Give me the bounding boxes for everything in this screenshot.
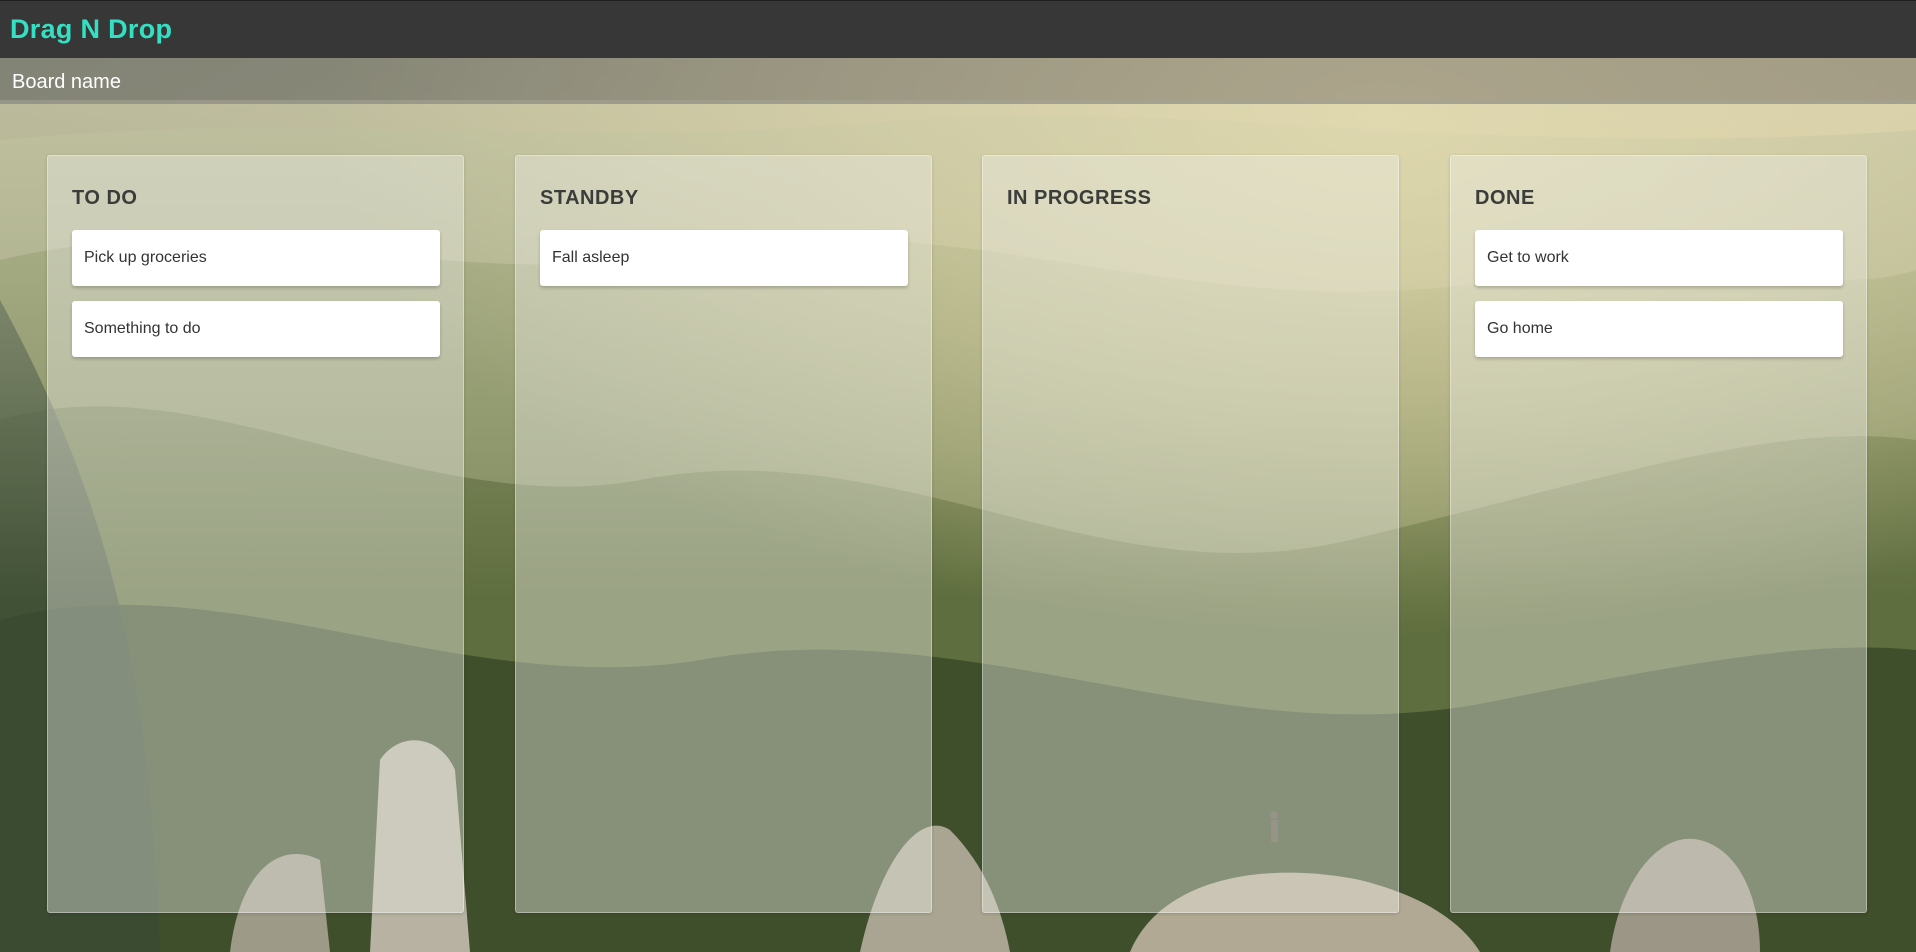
column-todo[interactable]: TO DO Pick up groceries Something to do xyxy=(47,155,464,913)
column-standby[interactable]: STANDBY Fall asleep xyxy=(515,155,932,913)
task-card[interactable]: Get to work xyxy=(1475,230,1843,286)
task-card[interactable]: Go home xyxy=(1475,301,1843,357)
column-done[interactable]: DONE Get to work Go home xyxy=(1450,155,1867,913)
column-title: TO DO xyxy=(72,187,138,209)
task-card[interactable]: Something to do xyxy=(72,301,440,357)
card-list[interactable]: Get to work Go home xyxy=(1475,230,1843,372)
board-header: Board name xyxy=(0,58,1916,104)
task-card[interactable]: Fall asleep xyxy=(540,230,908,286)
column-title: IN PROGRESS xyxy=(1007,187,1152,209)
card-list[interactable]: Pick up groceries Something to do xyxy=(72,230,440,372)
column-in-progress[interactable]: IN PROGRESS xyxy=(982,155,1399,913)
kanban-board: TO DO Pick up groceries Something to do … xyxy=(47,155,1869,913)
card-list[interactable]: Fall asleep xyxy=(540,230,908,301)
board-name[interactable]: Board name xyxy=(12,70,121,94)
task-card[interactable]: Pick up groceries xyxy=(72,230,440,286)
column-title: DONE xyxy=(1475,187,1535,209)
app-title[interactable]: Drag N Drop xyxy=(10,13,172,45)
app-header: Drag N Drop xyxy=(0,0,1916,58)
column-title: STANDBY xyxy=(540,187,639,209)
